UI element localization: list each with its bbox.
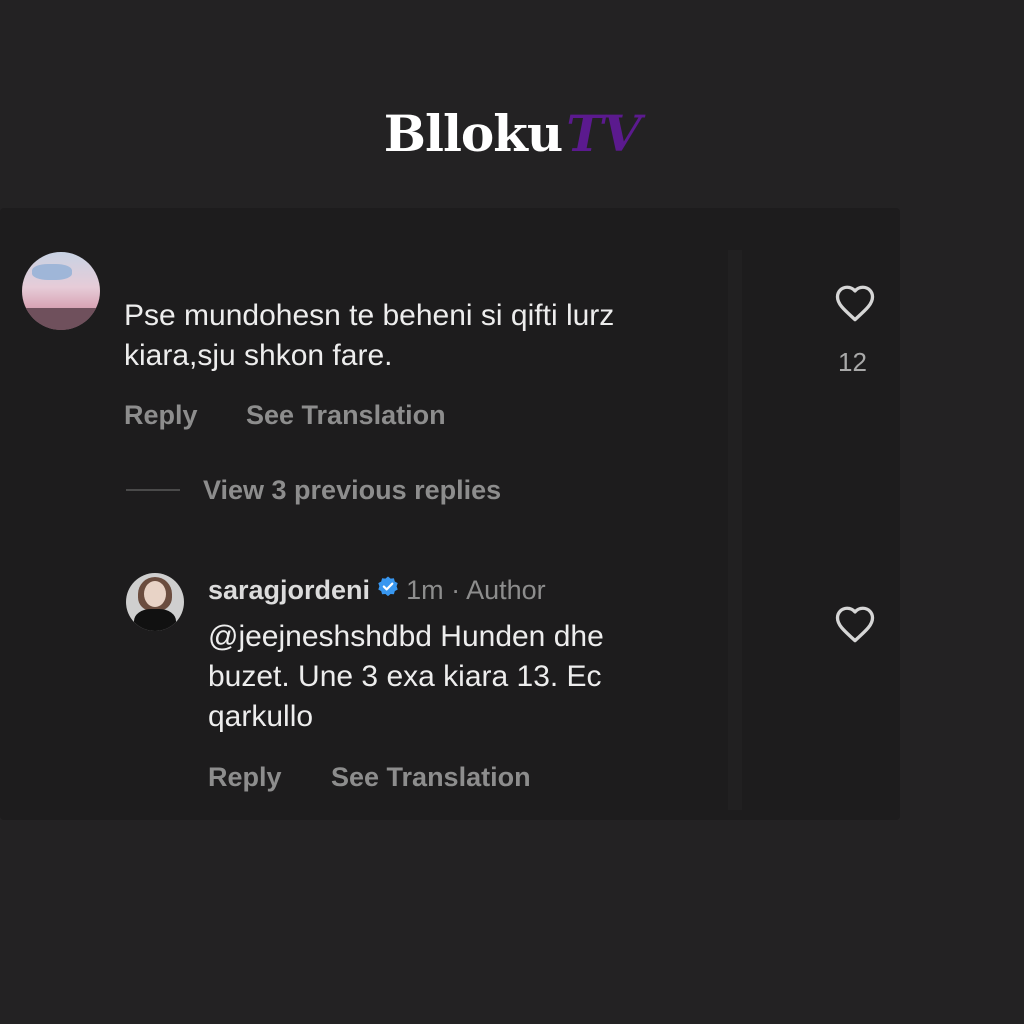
- meta-separator: ·: [451, 575, 461, 605]
- reply-button[interactable]: Reply: [208, 760, 282, 794]
- reply-text: @jeejneshshdbd Hunden dhe buzet. Une 3 e…: [208, 620, 604, 733]
- heart-outline-icon[interactable]: [834, 283, 876, 328]
- commenter-avatar[interactable]: [22, 252, 100, 330]
- like-count: 12: [838, 347, 867, 377]
- comment-text: Pse mundohesn te beheni si qifti lurz ki…: [124, 299, 615, 372]
- verified-badge-icon: [376, 573, 400, 607]
- replies-divider-line: [126, 489, 180, 491]
- view-previous-replies-button[interactable]: View 3 previous replies: [203, 473, 501, 507]
- username-link[interactable]: saragjordeni: [208, 575, 370, 605]
- reply-header: saragjordeni 1m · Author: [208, 573, 546, 607]
- brand-logo-accent: TV: [566, 104, 641, 163]
- author-avatar[interactable]: [126, 573, 184, 631]
- reply-button[interactable]: Reply: [124, 398, 198, 432]
- heart-outline-icon[interactable]: [834, 604, 876, 649]
- brand-logo-main: Blloku: [383, 104, 564, 163]
- see-translation-button[interactable]: See Translation: [331, 760, 531, 794]
- brand-logo: BllokuTV: [0, 104, 1024, 164]
- see-translation-button[interactable]: See Translation: [246, 398, 446, 432]
- timestamp: 1m: [406, 575, 444, 605]
- author-tag: Author: [466, 575, 546, 605]
